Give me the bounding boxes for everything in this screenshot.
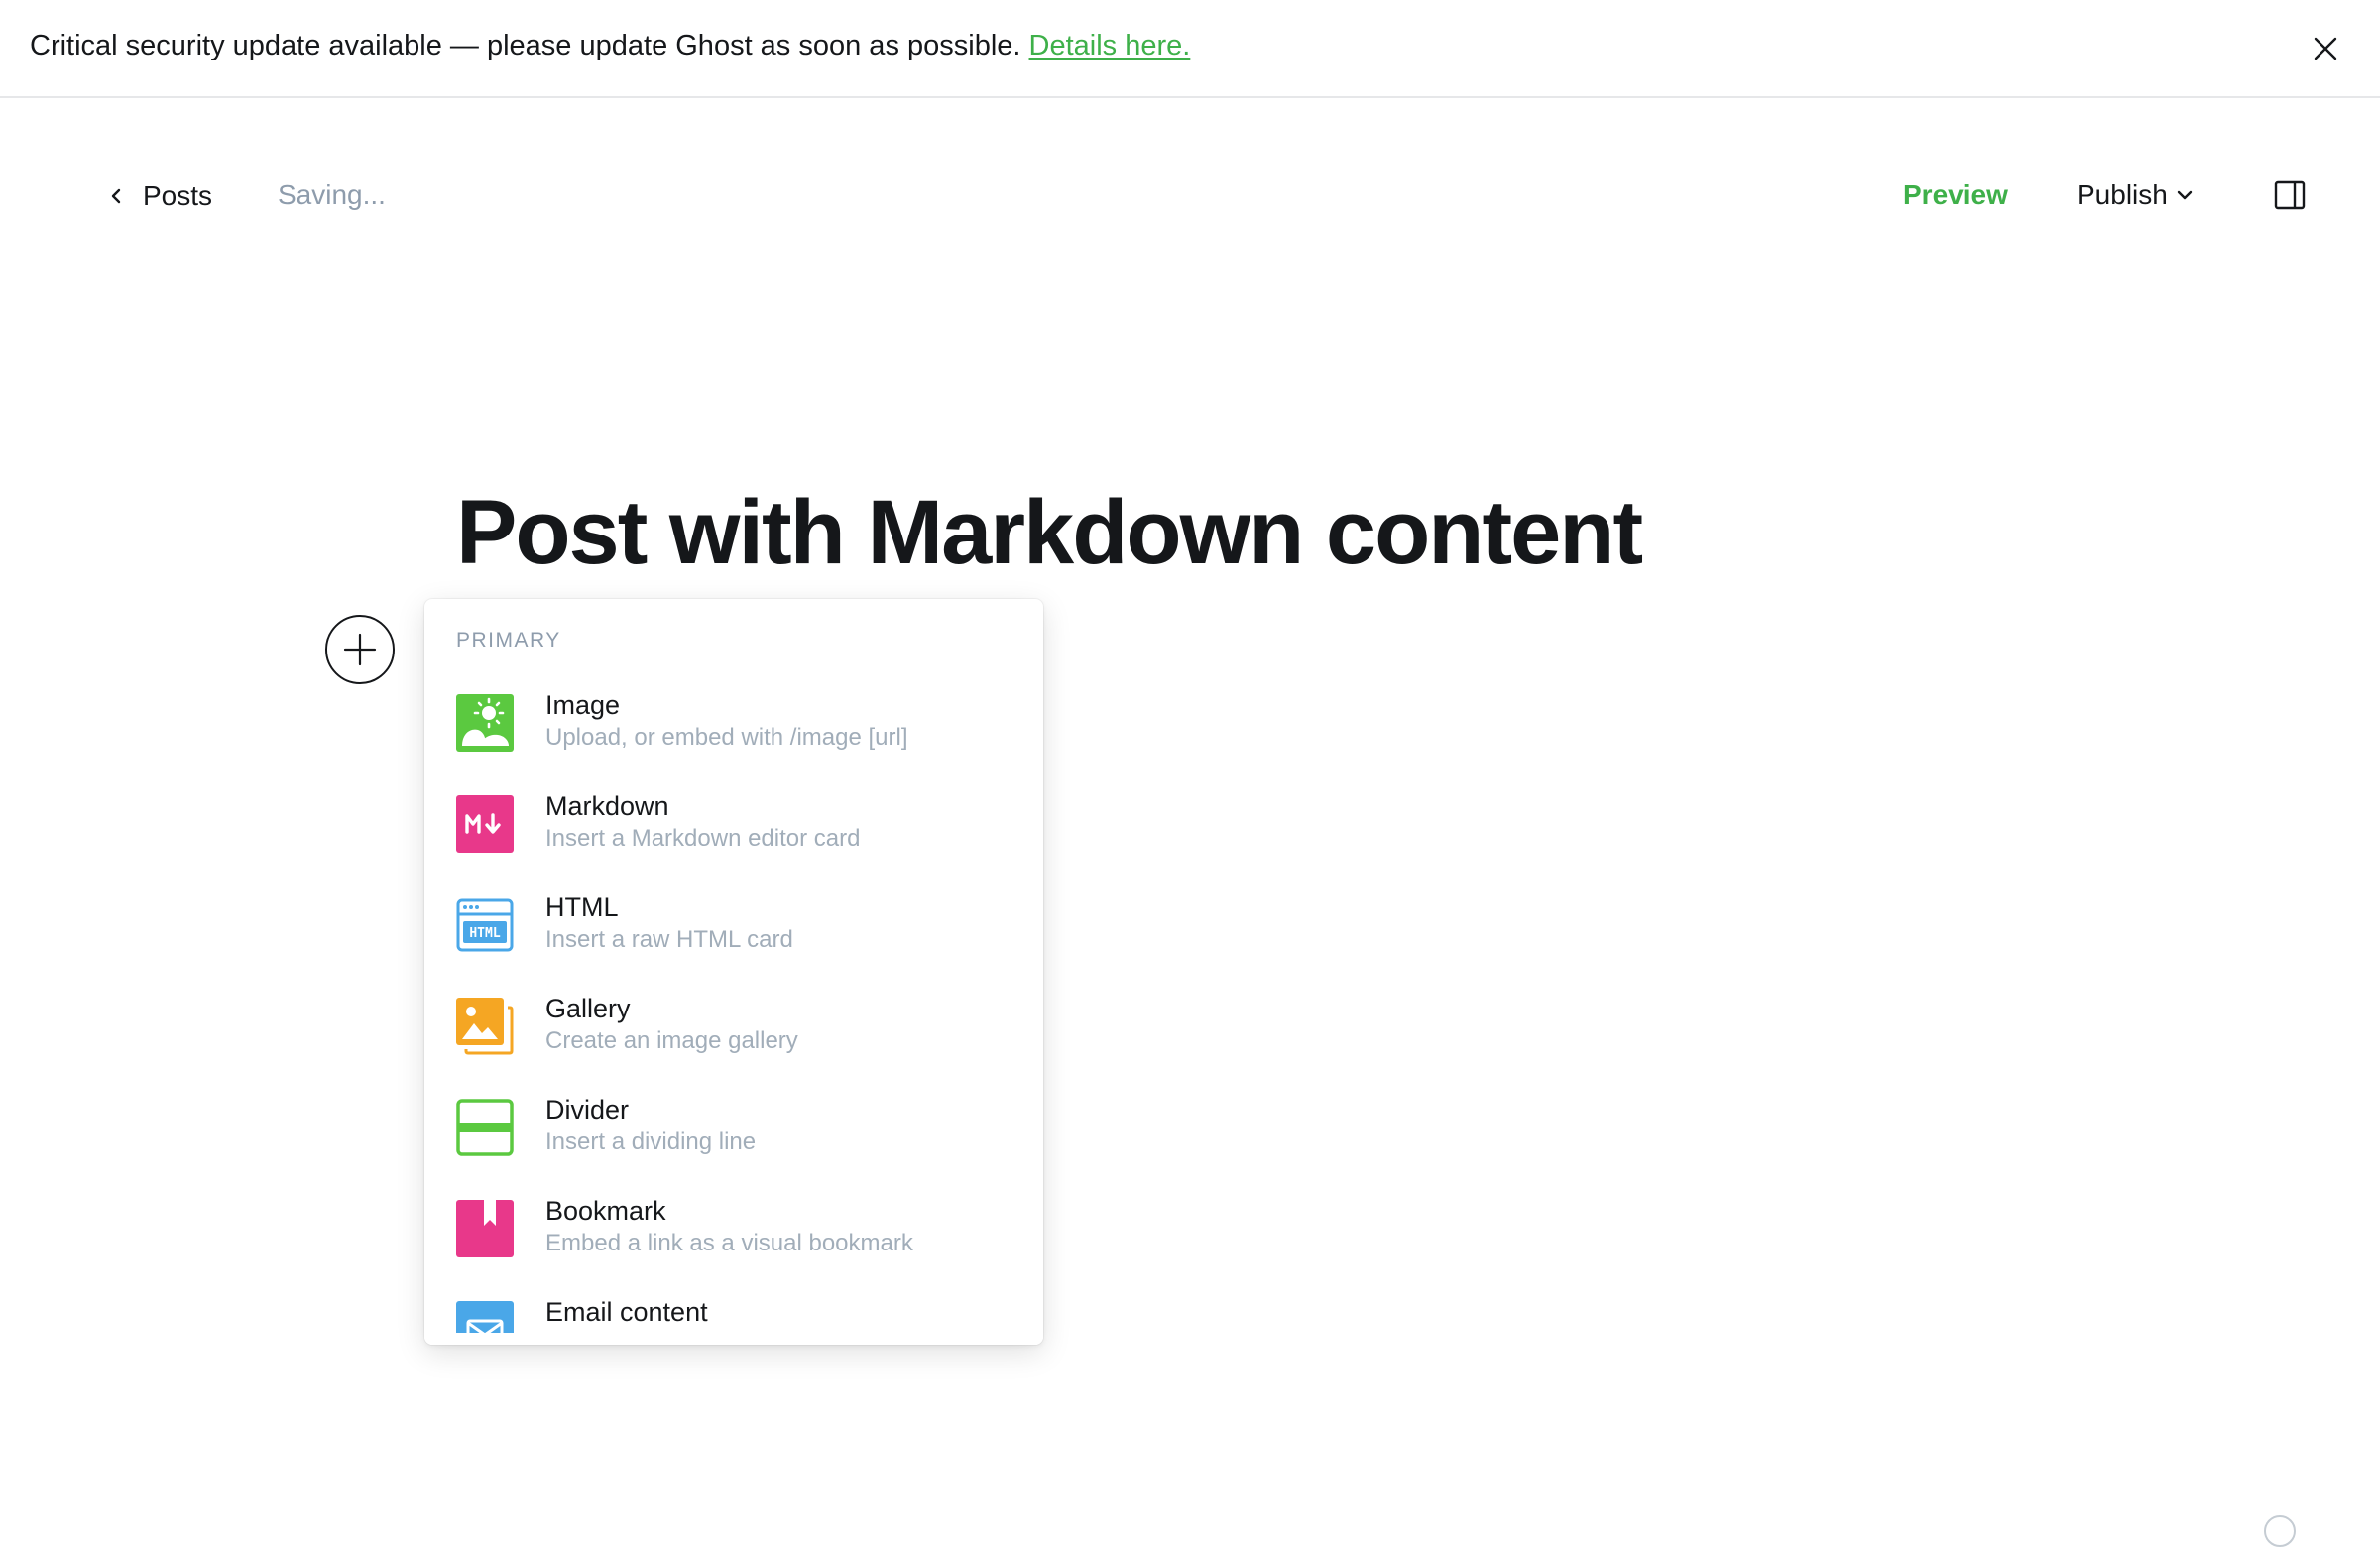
back-to-posts-link[interactable]: Posts	[107, 178, 212, 214]
chevron-left-icon	[111, 188, 121, 204]
banner-message: Critical security update available — ple…	[30, 30, 1021, 61]
card-menu: PRIMARY Image Upload, or embed with /ima…	[424, 599, 1043, 1345]
menu-item-html[interactable]: HTML HTML Insert a raw HTML card	[424, 881, 1043, 982]
bookmark-icon	[456, 1200, 514, 1257]
save-status: Saving...	[278, 179, 386, 210]
menu-item-description: Insert a raw HTML card	[545, 926, 793, 953]
image-icon	[456, 694, 514, 752]
security-banner: Critical security update available — ple…	[0, 0, 2380, 98]
sidebar-toggle-icon[interactable]	[2274, 180, 2306, 210]
menu-item-description: Embed a link as a visual bookmark	[545, 1230, 913, 1256]
menu-item-gallery[interactable]: Gallery Create an image gallery	[424, 982, 1043, 1083]
menu-item-divider[interactable]: Divider Insert a dividing line	[424, 1083, 1043, 1184]
gallery-icon	[456, 998, 514, 1055]
menu-item-label: Markdown	[545, 791, 669, 821]
menu-item-label: Email content	[545, 1297, 708, 1327]
menu-item-label: HTML	[545, 892, 619, 922]
menu-item-label: Image	[545, 690, 621, 720]
svg-text:HTML: HTML	[469, 926, 500, 941]
add-card-button[interactable]	[325, 615, 395, 684]
menu-item-image[interactable]: Image Upload, or embed with /image [url]	[424, 678, 1043, 779]
menu-item-bookmark[interactable]: Bookmark Embed a link as a visual bookma…	[424, 1184, 1043, 1285]
menu-item-label: Bookmark	[545, 1196, 666, 1226]
menu-clip-edge	[424, 1333, 1043, 1345]
chevron-down-icon	[2177, 190, 2193, 200]
menu-item-markdown[interactable]: Markdown Insert a Markdown editor card	[424, 779, 1043, 881]
help-icon[interactable]	[2264, 1515, 2296, 1547]
publish-button[interactable]: Publish	[2077, 179, 2194, 211]
markdown-icon	[456, 795, 514, 853]
close-icon[interactable]	[2311, 34, 2340, 63]
publish-label: Publish	[2077, 179, 2168, 210]
preview-button[interactable]: Preview	[1903, 179, 2008, 211]
back-label: Posts	[143, 180, 213, 211]
menu-item-description: Create an image gallery	[545, 1027, 798, 1054]
banner-details-link[interactable]: Details here.	[1029, 30, 1191, 61]
menu-item-label: Divider	[545, 1095, 630, 1125]
divider-icon	[456, 1099, 514, 1156]
plus-icon	[343, 633, 377, 666]
menu-item-description: Upload, or embed with /image [url]	[545, 724, 908, 751]
post-title[interactable]: Post with Markdown content	[456, 478, 1643, 587]
menu-item-description: Insert a dividing line	[545, 1129, 757, 1155]
menu-item-description: Insert a Markdown editor card	[545, 825, 861, 852]
menu-section-title: PRIMARY	[456, 629, 561, 652]
banner-text: Critical security update available — ple…	[30, 30, 1190, 62]
menu-item-label: Gallery	[545, 994, 631, 1023]
html-icon: HTML	[456, 898, 514, 952]
